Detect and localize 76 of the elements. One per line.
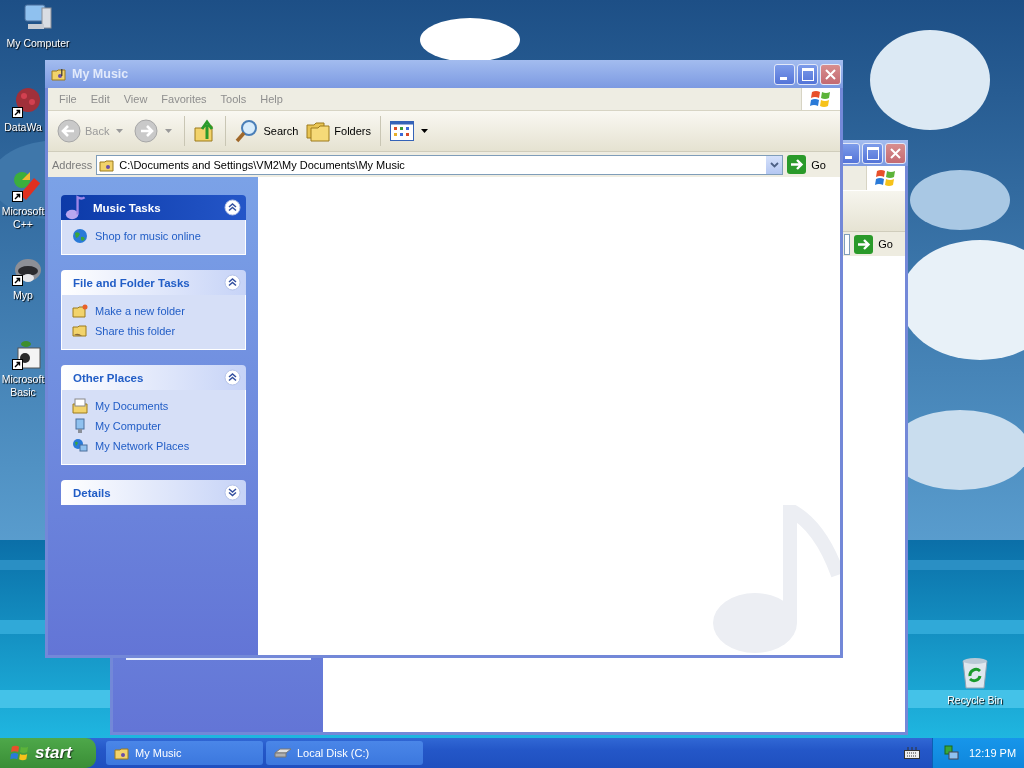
collapse-icon[interactable] (224, 369, 241, 386)
expand-icon[interactable] (224, 484, 241, 501)
views-icon (390, 121, 414, 141)
desktop-icon-label[interactable]: My Computer (6, 37, 70, 50)
caret-icon[interactable] (421, 129, 428, 133)
disk-drive-icon (274, 747, 292, 759)
close-button[interactable] (820, 63, 841, 85)
collapse-icon[interactable] (224, 199, 241, 216)
panel-title: Details (73, 486, 112, 499)
maximize-button[interactable] (797, 63, 818, 85)
go-button[interactable]: Go (787, 155, 836, 174)
task-link[interactable]: My Network Places (95, 440, 190, 452)
chevron-down-icon (769, 161, 779, 168)
window-title: My Music (72, 67, 129, 81)
menu-item[interactable]: Tools (213, 93, 254, 105)
search-button[interactable]: Search (232, 117, 302, 145)
desktop-icon-label[interactable]: DataWa (1, 121, 45, 134)
go-button[interactable]: Go (854, 234, 903, 254)
music-note-icon (64, 195, 88, 220)
task-link[interactable]: Share this folder (95, 325, 176, 337)
task-link[interactable]: Shop for music online (95, 230, 201, 242)
taskbar-button[interactable]: Local Disk (C:) (266, 741, 423, 765)
windows-logo-icon (875, 168, 897, 188)
panel-title: Other Places (73, 371, 145, 384)
maximize-button[interactable] (862, 142, 883, 164)
taskbar-button[interactable]: My Music (106, 741, 263, 765)
documents-icon (72, 398, 88, 414)
task-link[interactable]: My Computer (95, 420, 162, 432)
panel-header[interactable]: Details (61, 480, 246, 505)
views-button[interactable] (387, 119, 417, 143)
menu-item[interactable]: File (52, 93, 84, 105)
address-label: Address (52, 158, 93, 171)
task-link[interactable]: My Documents (95, 400, 169, 412)
windows-logo-icon (10, 744, 30, 762)
close-button[interactable] (885, 142, 906, 164)
collapse-icon[interactable] (224, 274, 241, 291)
shortcut-arrow-icon (12, 191, 23, 202)
minimize-button[interactable] (774, 63, 795, 85)
shortcut-arrow-icon (12, 107, 23, 118)
folders-icon (306, 120, 331, 142)
arrow-icon (787, 155, 807, 174)
close-icon (889, 146, 902, 160)
music-folder-icon (51, 66, 67, 82)
dropdown-button[interactable] (766, 155, 783, 174)
menu-item[interactable]: Favorites (154, 93, 214, 105)
panel-title: File and Folder Tasks (73, 276, 191, 289)
address-field[interactable] (844, 233, 851, 255)
desktop-icon-label[interactable]: Microsoft C++ (1, 205, 45, 231)
folder-icon (72, 303, 88, 319)
clock: 12:19 PM (969, 747, 1017, 759)
menu-item[interactable]: Edit (83, 93, 117, 105)
folders-button[interactable]: Folders (303, 118, 374, 144)
search-icon (235, 119, 260, 143)
panel-header[interactable]: File and Folder Tasks (61, 270, 246, 295)
panel-header[interactable]: Other Places (61, 365, 246, 390)
menu-item[interactable]: View (116, 93, 155, 105)
menu-item[interactable]: Help (253, 93, 290, 105)
task-link[interactable]: Make a new folder (95, 305, 185, 317)
music-folder-icon (114, 745, 130, 761)
start-button[interactable]: start (0, 738, 96, 768)
desktop-icon-label[interactable]: Myp (1, 289, 45, 302)
network-icon (72, 438, 88, 454)
close-icon (824, 67, 837, 81)
panel-header[interactable]: Music Tasks (61, 195, 246, 220)
folder-icon (72, 323, 88, 339)
computer-icon (72, 418, 88, 434)
globe-icon (72, 228, 88, 244)
network-icon[interactable] (943, 745, 959, 761)
address-field[interactable]: C:\Documents and Settings\VM2\My Documents\My Music (96, 154, 784, 175)
shortcut-arrow-icon (12, 275, 23, 286)
shortcut-arrow-icon (12, 359, 23, 370)
keyboard-icon[interactable] (904, 747, 920, 759)
windows-logo-icon (810, 89, 832, 109)
panel-title: Music Tasks (93, 201, 162, 214)
desktop-icon-label[interactable]: Microsoft Basic (1, 373, 45, 399)
recycle-bin-icon[interactable] (959, 656, 991, 690)
